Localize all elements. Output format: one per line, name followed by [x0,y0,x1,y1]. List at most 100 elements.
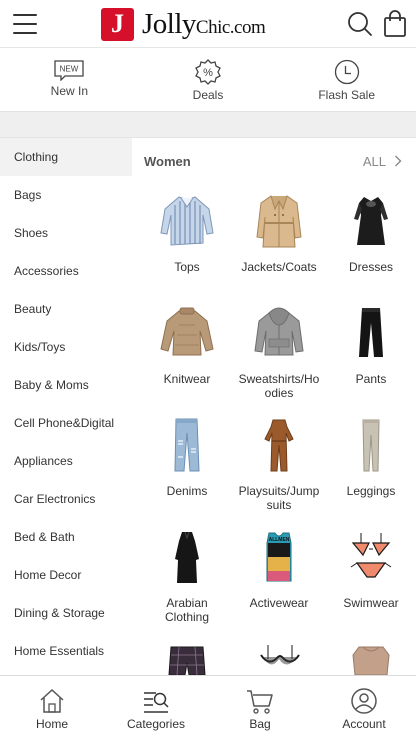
category-tile-leggings[interactable]: Leggings [327,408,415,520]
bikini-image [327,520,415,588]
brown-jumpsuit-image [235,408,323,476]
percent-badge-icon: % [195,59,221,85]
category-label: Arabian Clothing [164,596,210,624]
category-label: Leggings [346,484,396,498]
satin-set-image [327,632,415,675]
tab-label: Account [342,717,386,731]
quick-link-label: Flash Sale [318,88,376,102]
category-label: Tops [174,260,200,274]
divider-band [0,112,416,138]
sidebar-item-beauty[interactable]: Beauty [0,290,132,328]
tab-label: Categories [126,717,186,731]
sidebar-item-kids-toys[interactable]: Kids/Toys [0,328,132,366]
category-tile-jackets-coats[interactable]: Jackets/Coats [235,184,323,296]
sidebar-item-home-essentials[interactable]: Home Essentials [0,632,132,670]
quick-link-deals[interactable]: % Deals [139,48,278,111]
category-panel: Women ALL Tops Jackets/Coats Dresses Kni… [132,138,416,675]
sidebar-item-home-decor[interactable]: Home Decor [0,556,132,594]
sidebar-item-bed-bath[interactable]: Bed & Bath [0,518,132,556]
sidebar-item-dining-storage[interactable]: Dining & Storage [0,594,132,632]
category-label: Denims [166,484,208,498]
category-tile-swimwear[interactable]: Swimwear [327,520,415,632]
sidebar-item-bags[interactable]: Bags [0,176,132,214]
logo-text: JollyChic.com [142,7,266,41]
category-label: Activewear [249,596,309,610]
sidebar-item-shoes[interactable]: Shoes [0,214,132,252]
quick-link-label: Deals [192,88,224,102]
tab-bag[interactable]: Bag [208,676,312,738]
category-tile-lingerie[interactable] [235,632,323,675]
gray-leggings-image [327,408,415,476]
logo-word-jolly: Jolly [142,7,196,40]
sidebar-item-cell-phone-digital[interactable]: Cell Phone&Digital [0,404,132,442]
cart-icon [247,690,273,714]
new-badge-text: NEW [60,65,79,74]
category-tile-tops[interactable]: Tops [143,184,231,296]
home-icon [40,688,64,713]
section-title: Women [144,154,191,169]
trench-coat-image [235,184,323,252]
svg-text:%: % [203,67,213,79]
tab-label: Bag [249,717,271,731]
site-logo[interactable]: J JollyChic.com [101,7,266,41]
category-tile-pants[interactable]: Pants [327,296,415,408]
category-tile-satin-set[interactable] [327,632,415,675]
category-label: Pants [355,372,387,386]
knit-sweater-image [143,296,231,364]
category-tile-sweatshirts-hoodies[interactable]: Sweatshirts/Hoodies [235,296,323,408]
top-header: J JollyChic.com [0,0,416,48]
category-tile-playsuits-jumpsuits[interactable]: Playsuits/Jumpsuits [235,408,323,520]
sidebar-item-clothing[interactable]: Clothing [0,138,132,176]
category-sidebar: Clothing Bags Shoes Accessories Beauty K… [0,138,132,675]
black-abaya-image [143,520,231,588]
sidebar-item-car-electronics[interactable]: Car Electronics [0,480,132,518]
clock-icon [334,59,359,85]
section-header: Women ALL [132,138,416,184]
category-label: Playsuits/Jumpsuits [238,484,320,512]
search-icon[interactable] [346,10,374,38]
quick-link-flash-sale[interactable]: Flash Sale [277,48,416,111]
black-dress-image [327,184,415,252]
plaid-shorts-image [143,632,231,675]
hamburger-icon[interactable] [13,14,37,34]
category-tile-dresses[interactable]: Dresses [327,184,415,296]
logo-word-chic: Chic [195,16,230,38]
tab-label: Home [35,717,68,731]
category-tile-knitwear[interactable]: Knitwear [143,296,231,408]
account-icon [351,688,377,714]
quick-links-bar: NEW New In % Deals Flash Sale [0,48,416,112]
category-grid: Tops Jackets/Coats Dresses Knitwear Swea… [132,184,416,675]
printed-tank-image: ALLMEN [235,520,323,588]
tab-home[interactable]: Home [0,676,104,738]
category-tile-arabian-clothing[interactable]: Arabian Clothing [143,520,231,632]
sidebar-item-baby-moms[interactable]: Baby & Moms [0,366,132,404]
view-all-link[interactable]: ALL [363,154,386,169]
tab-account[interactable]: Account [312,676,416,738]
black-pants-image [327,296,415,364]
category-label: Jackets/Coats [241,260,317,274]
ripped-jeans-image [143,408,231,476]
sidebar-item-accessories[interactable]: Accessories [0,252,132,290]
tab-categories[interactable]: Categories [104,676,208,738]
category-tile-activewear[interactable]: ALLMEN Activewear [235,520,323,632]
logo-suffix: .com [229,16,266,38]
new-badge-icon: NEW [54,60,84,81]
lace-lingerie-image [235,632,323,675]
bottom-nav: Home Categories Bag Account [0,675,416,738]
svg-text:ALLMEN: ALLMEN [269,537,290,543]
category-label: Sweatshirts/Hoodies [238,372,320,400]
logo-mark: J [101,7,134,41]
category-label: Swimwear [343,596,399,610]
chevron-right-icon[interactable] [394,155,402,167]
quick-link-label: New In [50,84,89,98]
shopping-bag-icon[interactable] [382,10,410,38]
category-label: Dresses [348,260,393,274]
striped-shirt-image [143,184,231,252]
category-tile-denims[interactable]: Denims [143,408,231,520]
category-label: Knitwear [163,372,211,386]
gray-hoodie-image [235,296,323,364]
categories-icon [144,692,169,713]
category-tile-plaid-shorts[interactable] [143,632,231,675]
quick-link-new-in[interactable]: NEW New In [0,48,139,111]
sidebar-item-appliances[interactable]: Appliances [0,442,132,480]
